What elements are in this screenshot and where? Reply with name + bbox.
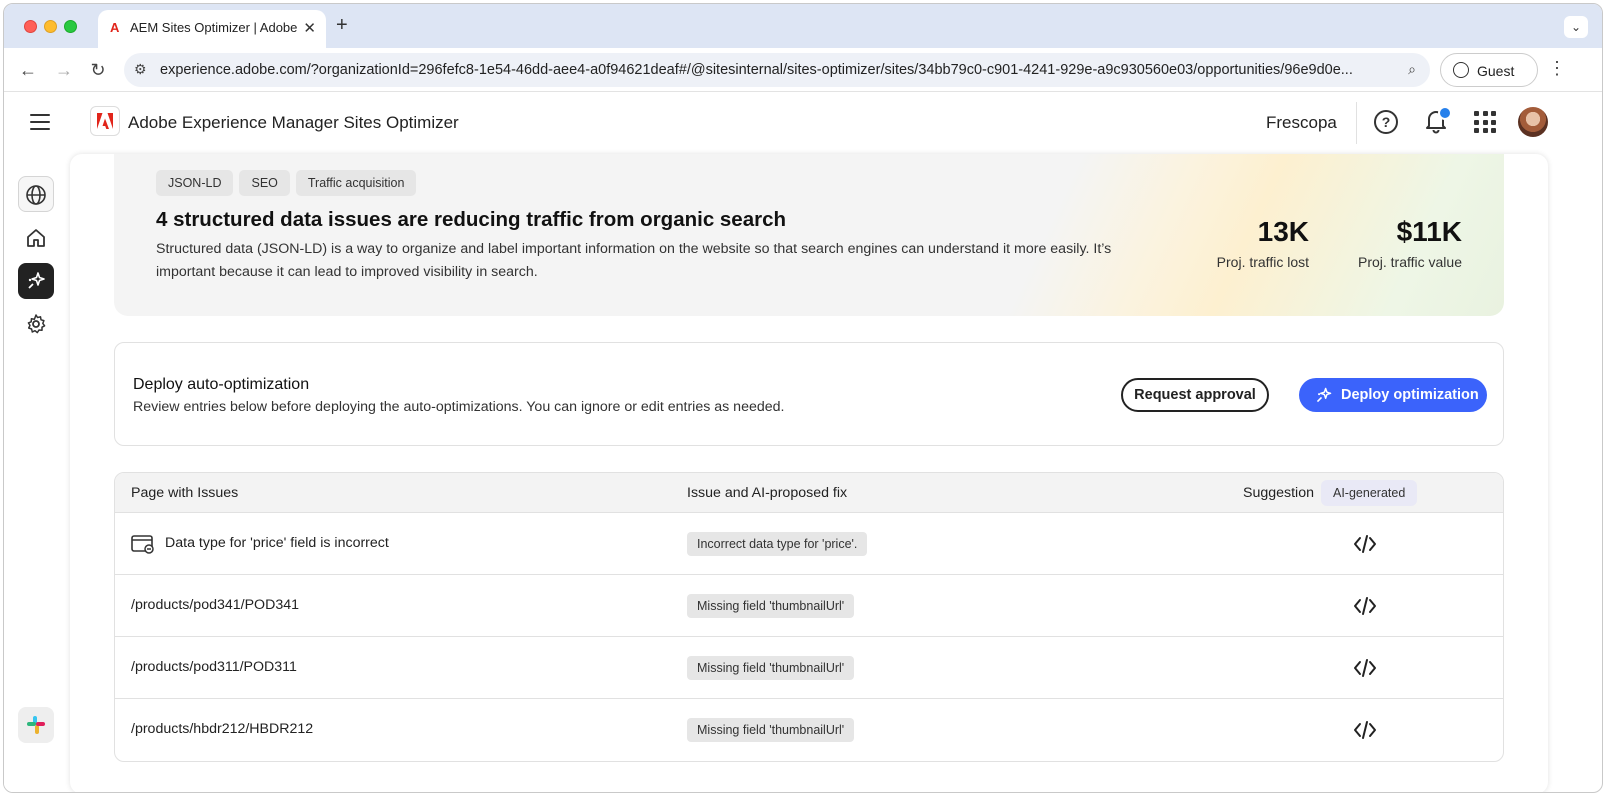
tab-search-chevron-icon[interactable]: ⌄ [1564,16,1588,38]
deploy-optimization-label: Deploy optimization [1341,387,1479,403]
browser-menu-icon[interactable]: ⋮ [1548,58,1566,79]
deploy-panel: Deploy auto-optimization Review entries … [114,342,1504,446]
tag-seo: SEO [239,170,290,196]
reload-icon[interactable]: ↻ [86,58,110,82]
table-row[interactable]: /products/hbdr212/HBDR212 Missing field … [115,699,1503,761]
request-approval-button[interactable]: Request approval [1121,378,1269,412]
column-header-page: Page with Issues [131,485,239,501]
tab-title: AEM Sites Optimizer | Adobe [130,20,298,35]
close-tab-icon[interactable]: ✕ [303,19,316,37]
page-cell: Data type for 'price' field is incorrect [165,535,389,551]
column-header-suggestion: Suggestion [1243,485,1314,501]
home-icon[interactable] [18,220,54,256]
profile-button[interactable]: Guest [1440,53,1538,87]
metric-label: Proj. traffic lost [1216,254,1309,270]
page-cell: /products/pod341/POD341 [131,597,299,613]
zoom-icon[interactable]: ⌕ [1408,61,1416,78]
hamburger-menu-icon[interactable] [30,114,50,130]
opportunity-description: Structured data (JSON-LD) is a way to or… [156,241,1112,280]
table-row[interactable]: /products/pod341/POD341 Missing field 't… [115,575,1503,637]
deploy-title: Deploy auto-optimization [133,376,310,393]
browser-window: A AEM Sites Optimizer | Adobe ✕ + ⌄ ← → … [3,3,1603,793]
left-rail [4,154,70,792]
header-divider [1356,102,1357,144]
url-field[interactable]: ⚙ experience.adobe.com/?organizationId=2… [124,53,1430,87]
notification-badge [1438,106,1452,120]
issue-chip: Missing field 'thumbnailUrl' [687,656,855,680]
metric-value: 13K [1257,216,1309,247]
address-bar: ← → ↻ ⚙ experience.adobe.com/?organizati… [4,48,1602,92]
close-window-button[interactable] [24,20,37,33]
deploy-optimization-button[interactable]: Deploy optimization [1299,378,1487,412]
back-arrow-icon[interactable]: ← [16,58,40,82]
adobe-logo[interactable] [90,106,120,136]
minimize-window-button[interactable] [44,20,57,33]
site-settings-icon[interactable]: ⚙ [134,61,147,78]
globe-icon[interactable] [18,176,54,212]
tag-traffic-acquisition: Traffic acquisition [295,170,417,196]
code-icon[interactable] [1353,595,1377,617]
profile-label: Guest [1477,63,1515,79]
metric-value: $11K [1396,216,1462,247]
org-switcher[interactable]: Frescopa [1266,113,1337,133]
url-text[interactable]: experience.adobe.com/?organizationId=296… [160,62,1386,78]
page-title: 4 structured data issues are reducing tr… [156,208,787,231]
person-icon [1453,62,1469,78]
code-icon[interactable] [1353,719,1377,741]
structured-data-icon [131,535,154,554]
maximize-window-button[interactable] [64,20,77,33]
browser-tab[interactable]: A AEM Sites Optimizer | Adobe ✕ [98,10,326,48]
slack-icon[interactable] [18,707,54,743]
page-cell: /products/hbdr212/HBDR212 [131,721,314,737]
opportunity-summary: JSON-LD SEO Traffic acquisition 4 structur… [114,154,1504,316]
column-header-issue: Issue and AI-proposed fix [687,485,848,501]
table-row[interactable]: Data type for 'price' field is incorrect… [115,513,1503,575]
metric-label: Proj. traffic value [1357,254,1462,270]
sparkle-icon [1316,387,1332,403]
issue-chip: Missing field 'thumbnailUrl' [687,594,855,618]
metric-traffic-lost: 13K Proj. traffic lost [1217,216,1309,270]
issue-chip: Incorrect data type for 'price'. [687,532,868,556]
tab-bar: A AEM Sites Optimizer | Adobe ✕ + ⌄ [4,4,1602,48]
code-icon[interactable] [1353,533,1377,555]
issue-chip: Missing field 'thumbnailUrl' [687,718,855,742]
opportunities-icon[interactable] [18,263,54,299]
metric-traffic-value: $11K Proj. traffic value [1358,216,1462,270]
settings-icon[interactable] [18,306,54,342]
adobe-favicon-icon: A [110,20,120,35]
forward-arrow-icon[interactable]: → [52,58,76,82]
main-content: JSON-LD SEO Traffic acquisition 4 structur… [70,154,1548,792]
avatar[interactable] [1518,107,1548,137]
app-switcher-icon[interactable] [1474,111,1496,133]
tag-list: JSON-LD SEO Traffic acquisition [156,170,422,196]
new-tab-icon[interactable]: + [336,15,348,35]
table-header: Page with Issues Issue and AI-proposed f… [115,473,1503,513]
ai-generated-badge: AI-generated [1321,480,1418,506]
page-cell: /products/pod311/POD311 [131,659,297,675]
table-row[interactable]: /products/pod311/POD311 Missing field 't… [115,637,1503,699]
help-icon[interactable]: ? [1374,110,1398,134]
issues-table: Page with Issues Issue and AI-proposed f… [114,472,1504,762]
deploy-subtitle: Review entries below before deploying th… [133,399,785,415]
app-title: Adobe Experience Manager Sites Optimizer [128,113,459,132]
tag-json-ld: JSON-LD [156,170,234,196]
app-header: Adobe Experience Manager Sites Optimizer… [4,92,1602,154]
code-icon[interactable] [1353,657,1377,679]
